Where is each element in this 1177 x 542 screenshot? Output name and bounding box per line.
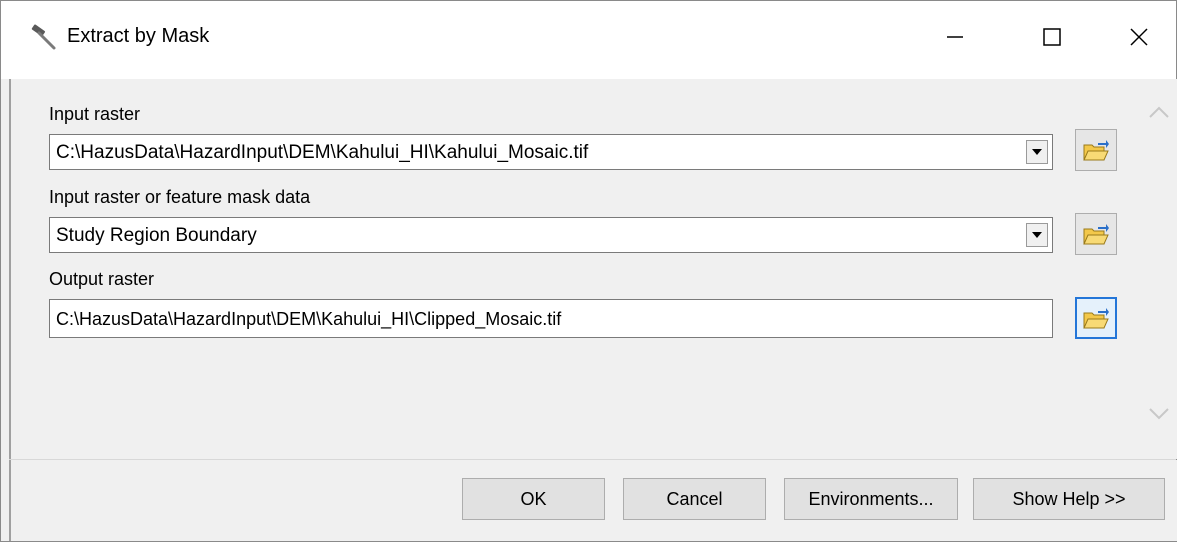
- title-bar[interactable]: Extract by Mask: [1, 1, 1176, 79]
- open-folder-icon: [1083, 140, 1109, 161]
- output-raster-label: Output raster: [49, 269, 155, 289]
- chevron-down-icon: [1032, 149, 1042, 155]
- ok-button[interactable]: OK: [462, 478, 605, 520]
- input-raster-label: Input raster: [49, 104, 141, 124]
- maximize-button[interactable]: [1004, 1, 1100, 73]
- hammer-icon: [31, 24, 56, 50]
- input-raster-combobox[interactable]: C:\HazusData\HazardInput\DEM\Kahului_HI\…: [49, 134, 1053, 170]
- show-help-button[interactable]: Show Help >>: [973, 478, 1165, 520]
- output-raster-field[interactable]: C:\HazusData\HazardInput\DEM\Kahului_HI\…: [49, 299, 1053, 338]
- scroll-up-button[interactable]: [1146, 101, 1172, 123]
- cancel-button[interactable]: Cancel: [623, 478, 766, 520]
- extract-by-mask-dialog: Extract by Mask Input raster C:\HazusDat…: [0, 0, 1177, 542]
- close-button[interactable]: [1101, 1, 1176, 73]
- minimize-button[interactable]: [907, 1, 1003, 73]
- input-raster-value: C:\HazusData\HazardInput\DEM\Kahului_HI\…: [56, 142, 589, 163]
- mask-data-value: Study Region Boundary: [56, 225, 257, 246]
- window-title: Extract by Mask: [67, 25, 210, 47]
- minimize-icon: [947, 36, 963, 38]
- chevron-down-icon: [1032, 232, 1042, 238]
- input-raster-dropdown-button[interactable]: [1026, 140, 1048, 164]
- output-raster-browse-button[interactable]: [1075, 297, 1117, 339]
- chevron-up-icon: [1149, 106, 1169, 118]
- scroll-down-button[interactable]: [1146, 403, 1172, 425]
- close-icon: [1129, 28, 1148, 46]
- mask-data-combobox[interactable]: Study Region Boundary: [49, 217, 1053, 253]
- environments-button[interactable]: Environments...: [784, 478, 958, 520]
- mask-data-label: Input raster or feature mask data: [49, 187, 311, 207]
- open-folder-icon: [1083, 308, 1109, 329]
- mask-data-browse-button[interactable]: [1075, 213, 1117, 255]
- input-raster-browse-button[interactable]: [1075, 129, 1117, 171]
- open-folder-icon: [1083, 224, 1109, 245]
- maximize-icon: [1043, 28, 1061, 46]
- output-raster-value: C:\HazusData\HazardInput\DEM\Kahului_HI\…: [56, 309, 562, 329]
- chevron-down-icon: [1149, 408, 1169, 420]
- mask-data-dropdown-button[interactable]: [1026, 223, 1048, 247]
